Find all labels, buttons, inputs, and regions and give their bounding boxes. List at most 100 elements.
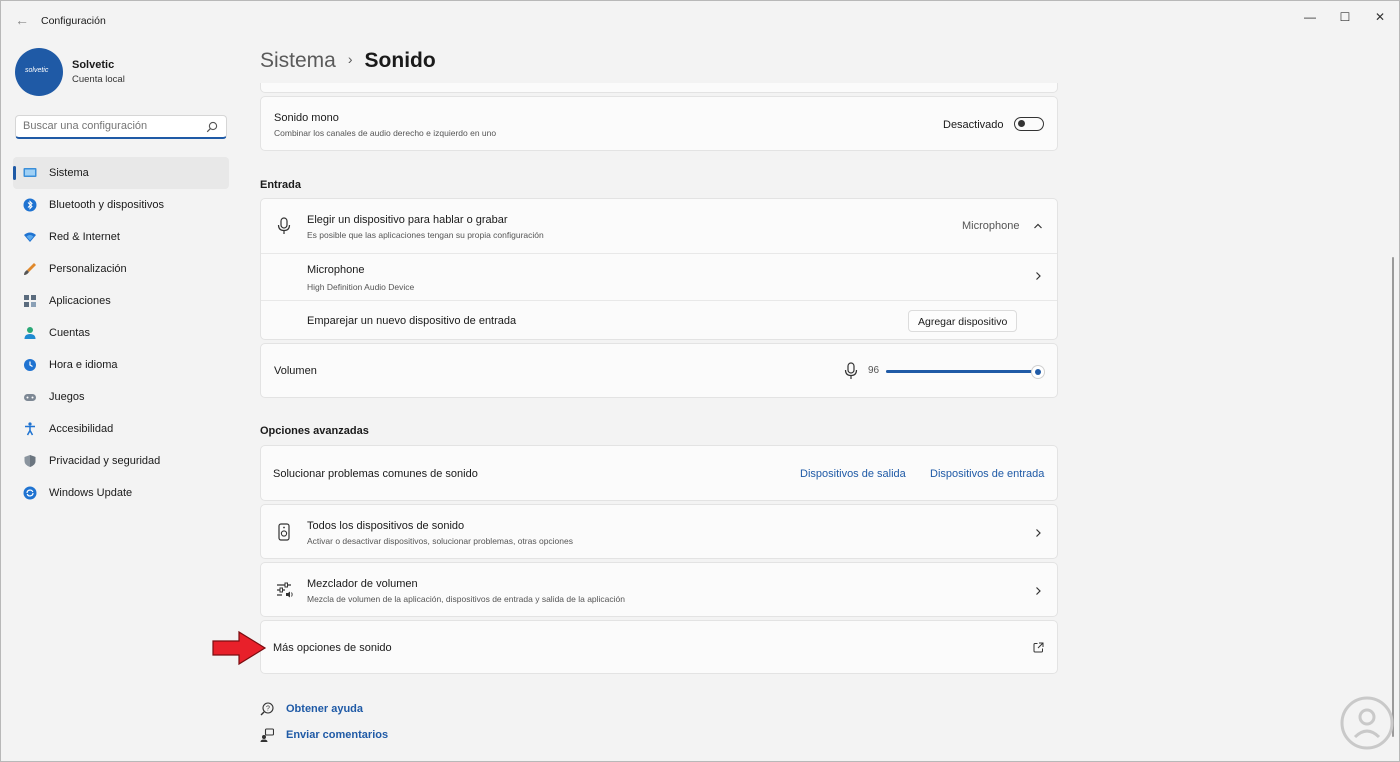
mixer-title: Mezclador de volumen	[307, 578, 418, 590]
sidebar-nav: Sistema Bluetooth y dispositivos Red & I…	[13, 157, 229, 509]
brush-icon	[24, 263, 36, 275]
input-devices-link[interactable]: Dispositivos de entrada	[930, 468, 1044, 480]
more-sound-options-card[interactable]: Más opciones de sonido	[260, 620, 1058, 674]
avatar-text: solvetic	[25, 67, 49, 74]
breadcrumb-separator: ›	[347, 51, 353, 67]
mixer-subtitle: Mezcla de volumen de la aplicación, disp…	[307, 594, 625, 604]
feedback-icon	[260, 728, 274, 742]
sidebar-item-red[interactable]: Red & Internet	[13, 221, 229, 253]
all-sound-devices-card[interactable]: Todos los dispositivos de sonido Activar…	[260, 504, 1058, 559]
mono-title: Sonido mono	[274, 112, 339, 124]
more-options-title: Más opciones de sonido	[273, 642, 392, 654]
volume-slider-fill	[886, 370, 1032, 373]
microphone-device-row[interactable]: Microphone High Definition Audio Device	[261, 253, 1057, 300]
settings-window: ← Configuración — ☐ ✕ solvetic Solvetic …	[0, 0, 1400, 762]
sidebar-item-personalizacion[interactable]: Personalización	[13, 253, 229, 285]
selected-input-device: Microphone	[962, 220, 1020, 232]
person-icon	[24, 327, 36, 339]
section-heading-opciones-avanzadas: Opciones avanzadas	[260, 425, 369, 437]
sidebar-item-privacidad[interactable]: Privacidad y seguridad	[13, 445, 229, 477]
previous-card-edge	[260, 83, 1058, 93]
sidebar-item-label: Privacidad y seguridad	[49, 455, 161, 467]
mono-subtitle: Combinar los canales de audio derecho e …	[274, 128, 497, 138]
all-devices-subtitle: Activar o desactivar dispositivos, soluc…	[307, 536, 573, 546]
search-box[interactable]	[15, 115, 227, 139]
sidebar-item-label: Juegos	[49, 391, 85, 403]
volume-label: Volumen	[274, 365, 317, 377]
breadcrumb: Sistema › Sonido	[260, 49, 436, 73]
close-icon[interactable]: ✕	[1367, 7, 1393, 27]
volume-slider[interactable]	[886, 365, 1044, 378]
sidebar-item-label: Aplicaciones	[49, 295, 111, 307]
sidebar-item-hora[interactable]: Hora e idioma	[13, 349, 229, 381]
mono-audio-card: Sonido mono Combinar los canales de audi…	[260, 96, 1058, 151]
sidebar-item-label: Personalización	[49, 263, 127, 275]
choose-input-subtitle: Es posible que las aplicaciones tengan s…	[307, 230, 544, 240]
gamepad-icon	[24, 394, 36, 401]
page-title: Sonido	[364, 49, 436, 72]
sidebar-item-label: Sistema	[49, 167, 89, 179]
wifi-icon	[24, 232, 36, 242]
sidebar-item-sistema[interactable]: Sistema	[13, 157, 229, 189]
microphone-icon[interactable]	[844, 362, 858, 380]
troubleshoot-card: Solucionar problemas comunes de sonido D…	[260, 445, 1058, 501]
device-title: Microphone	[307, 264, 365, 276]
input-volume-card: Volumen 96	[260, 343, 1058, 398]
troubleshoot-title: Solucionar problemas comunes de sonido	[273, 468, 478, 480]
volume-slider-thumb[interactable]	[1031, 365, 1044, 378]
pair-input-title: Emparejar un nuevo dispositivo de entrad…	[307, 315, 517, 327]
sidebar-item-label: Windows Update	[49, 487, 133, 499]
output-devices-link[interactable]: Dispositivos de salida	[800, 468, 906, 480]
solvetic-watermark-logo	[1340, 696, 1394, 750]
red-arrow-annotation	[212, 630, 267, 666]
arrow-left-icon[interactable]: ←	[13, 11, 31, 29]
sidebar-item-juegos[interactable]: Juegos	[13, 381, 229, 413]
all-devices-title: Todos los dispositivos de sonido	[307, 520, 465, 532]
choose-input-title: Elegir un dispositivo para hablar o grab…	[307, 214, 508, 226]
mono-state-label: Desactivado	[943, 119, 1004, 131]
get-help-link[interactable]: Obtener ayuda	[286, 703, 363, 715]
apps-icon	[24, 295, 36, 307]
sidebar-item-aplicaciones[interactable]: Aplicaciones	[13, 285, 229, 317]
volume-mixer-card[interactable]: Mezclador de volumen Mezcla de volumen d…	[260, 562, 1058, 617]
sidebar-item-label: Bluetooth y dispositivos	[49, 199, 164, 211]
input-device-card: Elegir un dispositivo para hablar o grab…	[260, 198, 1058, 340]
add-device-button[interactable]: Agregar dispositivo	[908, 310, 1018, 332]
choose-input-row[interactable]: Elegir un dispositivo para hablar o grab…	[261, 199, 1057, 253]
pair-input-row: Emparejar un nuevo dispositivo de entrad…	[261, 300, 1057, 340]
sidebar-item-bluetooth[interactable]: Bluetooth y dispositivos	[13, 189, 229, 221]
mono-toggle[interactable]	[1014, 117, 1044, 131]
scrollbar[interactable]	[1392, 257, 1394, 737]
maximize-icon[interactable]: ☐	[1332, 7, 1358, 27]
title-bar: ← Configuración — ☐ ✕	[1, 1, 1399, 41]
bluetooth-icon	[23, 198, 37, 212]
volume-value: 96	[868, 365, 880, 376]
search-icon[interactable]	[206, 121, 218, 133]
user-account-type: Cuenta local	[72, 74, 125, 85]
chevron-right-icon	[1036, 587, 1041, 595]
svg-text:?: ?	[266, 706, 270, 713]
sidebar-item-accesibilidad[interactable]: Accesibilidad	[13, 413, 229, 445]
search-input[interactable]	[23, 120, 203, 132]
chevron-right-icon	[1036, 272, 1041, 280]
chevron-up-icon[interactable]	[1033, 221, 1043, 231]
toggle-knob	[1018, 120, 1025, 127]
sidebar-item-windows-update[interactable]: Windows Update	[13, 477, 229, 509]
sidebar-item-cuentas[interactable]: Cuentas	[13, 317, 229, 349]
clock-globe-icon	[24, 359, 36, 371]
minimize-icon[interactable]: —	[1297, 7, 1323, 27]
sidebar-item-label: Red & Internet	[49, 231, 120, 243]
avatar[interactable]: solvetic	[15, 48, 63, 96]
help-icon: ?	[260, 702, 274, 716]
microphone-icon	[277, 217, 291, 234]
mixer-icon	[277, 582, 293, 598]
open-external-icon	[1033, 642, 1044, 653]
monitor-icon	[23, 168, 37, 177]
app-title: Configuración	[41, 15, 106, 27]
send-feedback-link[interactable]: Enviar comentarios	[286, 729, 388, 741]
chevron-right-icon	[1036, 529, 1041, 537]
accessibility-icon	[25, 422, 35, 436]
sidebar-item-label: Cuentas	[49, 327, 90, 339]
breadcrumb-parent[interactable]: Sistema	[260, 49, 336, 72]
section-heading-entrada: Entrada	[260, 179, 301, 191]
